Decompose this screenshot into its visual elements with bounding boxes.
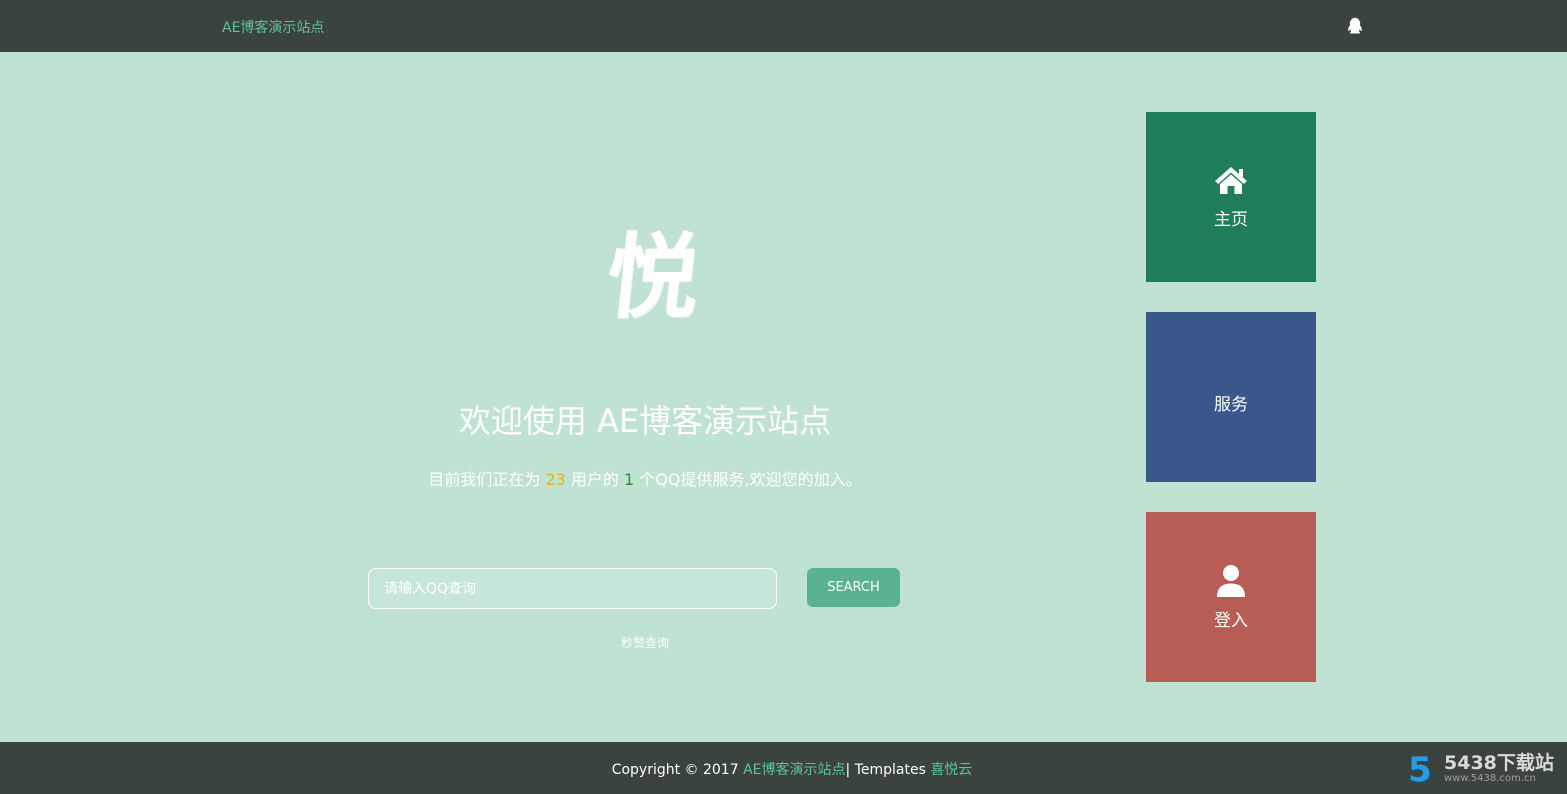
welcome-brand-rest: 博客演示站点 bbox=[639, 402, 832, 440]
welcome-brand-en: AE bbox=[597, 402, 640, 440]
welcome-prefix: 欢迎使用 bbox=[458, 402, 598, 440]
watermark-url: www.5438.com.cn bbox=[1444, 773, 1536, 784]
watermark-title: 5438下载站 bbox=[1444, 752, 1554, 774]
footer-copyright: Copyright © 2017 AE博客演示站点| Templates 喜悦云 bbox=[0, 759, 1567, 779]
tile-service[interactable]: 服务 bbox=[1146, 312, 1316, 482]
footer: Copyright © 2017 AE博客演示站点| Templates 喜悦云 bbox=[0, 742, 1567, 794]
copyright-text: Copyright © 2017 bbox=[611, 762, 744, 778]
tile-login[interactable]: 登入 bbox=[1146, 512, 1316, 682]
stats-before: 目前我们正在为 bbox=[428, 470, 546, 489]
service-stats: 目前我们正在为 23 用户的 1 个QQ提供服务,欢迎您的加入。 bbox=[345, 466, 945, 490]
qq-count: 1 bbox=[624, 470, 635, 489]
download-site-watermark: 5 5438下载站 www.5438.com.cn bbox=[1408, 752, 1558, 788]
site-logo: 悦 bbox=[601, 223, 705, 331]
tile-service-label: 服务 bbox=[1214, 394, 1248, 415]
footer-template-link[interactable]: 喜悦云 bbox=[930, 762, 972, 778]
user-icon bbox=[1217, 564, 1245, 597]
tile-home-label: 主页 bbox=[1214, 209, 1248, 230]
home-icon bbox=[1215, 166, 1247, 194]
stats-after: 个QQ提供服务,欢迎您的加入。 bbox=[634, 470, 862, 489]
welcome-heading: 欢迎使用 AE博客演示站点 bbox=[345, 396, 945, 442]
search-button[interactable]: SEARCH bbox=[807, 568, 900, 607]
miaozan-query-link[interactable]: 秒赞查询 bbox=[345, 634, 945, 651]
tile-home[interactable]: 主页 bbox=[1146, 112, 1316, 282]
qq-search-input[interactable] bbox=[368, 568, 777, 609]
top-navbar: AE博客演示站点 bbox=[0, 0, 1567, 52]
stats-middle: 用户的 bbox=[565, 470, 625, 489]
tile-login-label: 登入 bbox=[1214, 610, 1248, 631]
footer-separator: | Templates bbox=[845, 762, 931, 778]
users-count: 23 bbox=[545, 470, 566, 489]
qq-penguin-icon bbox=[1348, 17, 1362, 34]
qq-link[interactable] bbox=[1345, 15, 1365, 37]
footer-site-link[interactable]: AE博客演示站点 bbox=[743, 762, 845, 778]
brand-link[interactable]: AE博客演示站点 bbox=[222, 17, 324, 37]
watermark-logo-icon: 5 bbox=[1408, 750, 1432, 790]
